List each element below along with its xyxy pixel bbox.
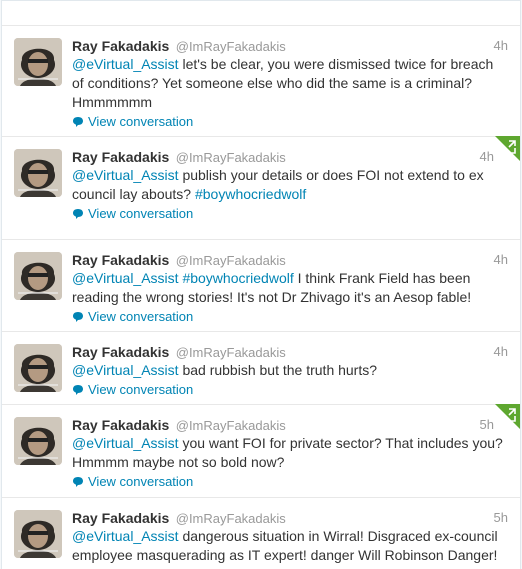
mention-link[interactable]: @eVirtual_Assist xyxy=(72,56,179,72)
user-fullname[interactable]: Ray Fakadakis xyxy=(72,344,169,360)
tweet-timestamp[interactable]: 5h xyxy=(494,509,508,527)
tweet-text: @eVirtual_Assist publish your details or… xyxy=(72,166,508,204)
tweet-item[interactable]: Ray Fakadakis @ImRayFakadakis 5h @eVirtu… xyxy=(2,498,520,569)
tweet-body: bad rubbish but the truth hurts? xyxy=(178,362,378,378)
user-fullname[interactable]: Ray Fakadakis xyxy=(72,510,169,526)
hashtag-link[interactable]: #boywhocriedwolf xyxy=(195,186,306,202)
mention-link[interactable]: @eVirtual_Assist xyxy=(72,167,179,183)
tweet-text: @eVirtual_Assist bad rubbish but the tru… xyxy=(72,361,508,380)
avatar[interactable] xyxy=(14,417,62,465)
view-conversation-link[interactable]: View conversation xyxy=(72,114,508,130)
tweet-text: @eVirtual_Assist #boywhocriedwolf I thin… xyxy=(72,269,508,307)
user-handle[interactable]: @ImRayFakadakis xyxy=(176,418,286,433)
user-fullname[interactable]: Ray Fakadakis xyxy=(72,149,169,165)
tweet-item[interactable]: Ray Fakadakis @ImRayFakadakis 5h @eVirtu… xyxy=(2,404,520,498)
tweet-item[interactable]: Ray Fakadakis @ImRayFakadakis 4h @eVirtu… xyxy=(2,332,520,405)
mention-link[interactable]: @eVirtual_Assist xyxy=(72,528,179,544)
speech-bubble-icon xyxy=(73,385,83,395)
tweet-header: Ray Fakadakis @ImRayFakadakis 4h xyxy=(72,148,508,166)
speech-bubble-icon xyxy=(73,477,83,487)
view-conversation-link[interactable]: View conversation xyxy=(72,206,508,222)
speech-bubble-icon xyxy=(73,209,83,219)
tweet-timestamp[interactable]: 5h xyxy=(480,416,494,434)
mention-link[interactable]: @eVirtual_Assist xyxy=(72,270,179,286)
user-handle[interactable]: @ImRayFakadakis xyxy=(176,345,286,360)
tweet-timeline: Ray Fakadakis @ImRayFakadakis 4h @eVirtu… xyxy=(1,0,521,569)
view-conversation-link[interactable]: View conversation xyxy=(72,382,508,398)
view-conversation-label: View conversation xyxy=(88,474,194,489)
tweet-timestamp[interactable]: 4h xyxy=(494,37,508,55)
avatar[interactable] xyxy=(14,252,62,300)
avatar[interactable] xyxy=(14,149,62,197)
mention-link[interactable]: @eVirtual_Assist xyxy=(72,435,179,451)
tweet-header: Ray Fakadakis @ImRayFakadakis 4h xyxy=(72,251,508,269)
tweet-item[interactable]: Ray Fakadakis @ImRayFakadakis 4h @eVirtu… xyxy=(2,136,520,240)
tweet-timestamp[interactable]: 4h xyxy=(494,251,508,269)
tweet-header: Ray Fakadakis @ImRayFakadakis 5h xyxy=(72,509,508,527)
tweet-item[interactable]: Ray Fakadakis @ImRayFakadakis 4h @eVirtu… xyxy=(2,26,520,137)
view-conversation-label: View conversation xyxy=(88,206,194,221)
tweet-header: Ray Fakadakis @ImRayFakadakis 4h xyxy=(72,343,508,361)
user-fullname[interactable]: Ray Fakadakis xyxy=(72,38,169,54)
mention-link[interactable]: @eVirtual_Assist xyxy=(72,362,179,378)
user-fullname[interactable]: Ray Fakadakis xyxy=(72,417,169,433)
user-handle[interactable]: @ImRayFakadakis xyxy=(176,253,286,268)
view-conversation-label: View conversation xyxy=(88,309,194,324)
user-fullname[interactable]: Ray Fakadakis xyxy=(72,252,169,268)
view-conversation-link[interactable]: View conversation xyxy=(72,309,508,325)
avatar[interactable] xyxy=(14,344,62,392)
speech-bubble-icon xyxy=(73,117,83,127)
view-conversation-label: View conversation xyxy=(88,114,194,129)
tweet-timestamp[interactable]: 4h xyxy=(480,148,494,166)
view-conversation-label: View conversation xyxy=(88,382,194,397)
tweet-timestamp[interactable]: 4h xyxy=(494,343,508,361)
hashtag-link[interactable]: #boywhocriedwolf xyxy=(182,270,293,286)
tweet-header: Ray Fakadakis @ImRayFakadakis 4h xyxy=(72,37,508,55)
tweet-text: @eVirtual_Assist you want FOI for privat… xyxy=(72,434,508,472)
view-conversation-link[interactable]: View conversation xyxy=(72,474,508,490)
tweet-item[interactable]: Ray Fakadakis @ImRayFakadakis 4h @eVirtu… xyxy=(2,240,520,332)
speech-bubble-icon xyxy=(73,312,83,322)
avatar[interactable] xyxy=(14,38,62,86)
user-handle[interactable]: @ImRayFakadakis xyxy=(176,150,286,165)
timeline-top-divider xyxy=(2,1,520,26)
avatar[interactable] xyxy=(14,510,62,558)
user-handle[interactable]: @ImRayFakadakis xyxy=(176,511,286,526)
tweet-header: Ray Fakadakis @ImRayFakadakis 5h xyxy=(72,416,508,434)
tweet-text: @eVirtual_Assist dangerous situation in … xyxy=(72,527,508,565)
tweet-text: @eVirtual_Assist let's be clear, you wer… xyxy=(72,55,508,112)
user-handle[interactable]: @ImRayFakadakis xyxy=(176,39,286,54)
